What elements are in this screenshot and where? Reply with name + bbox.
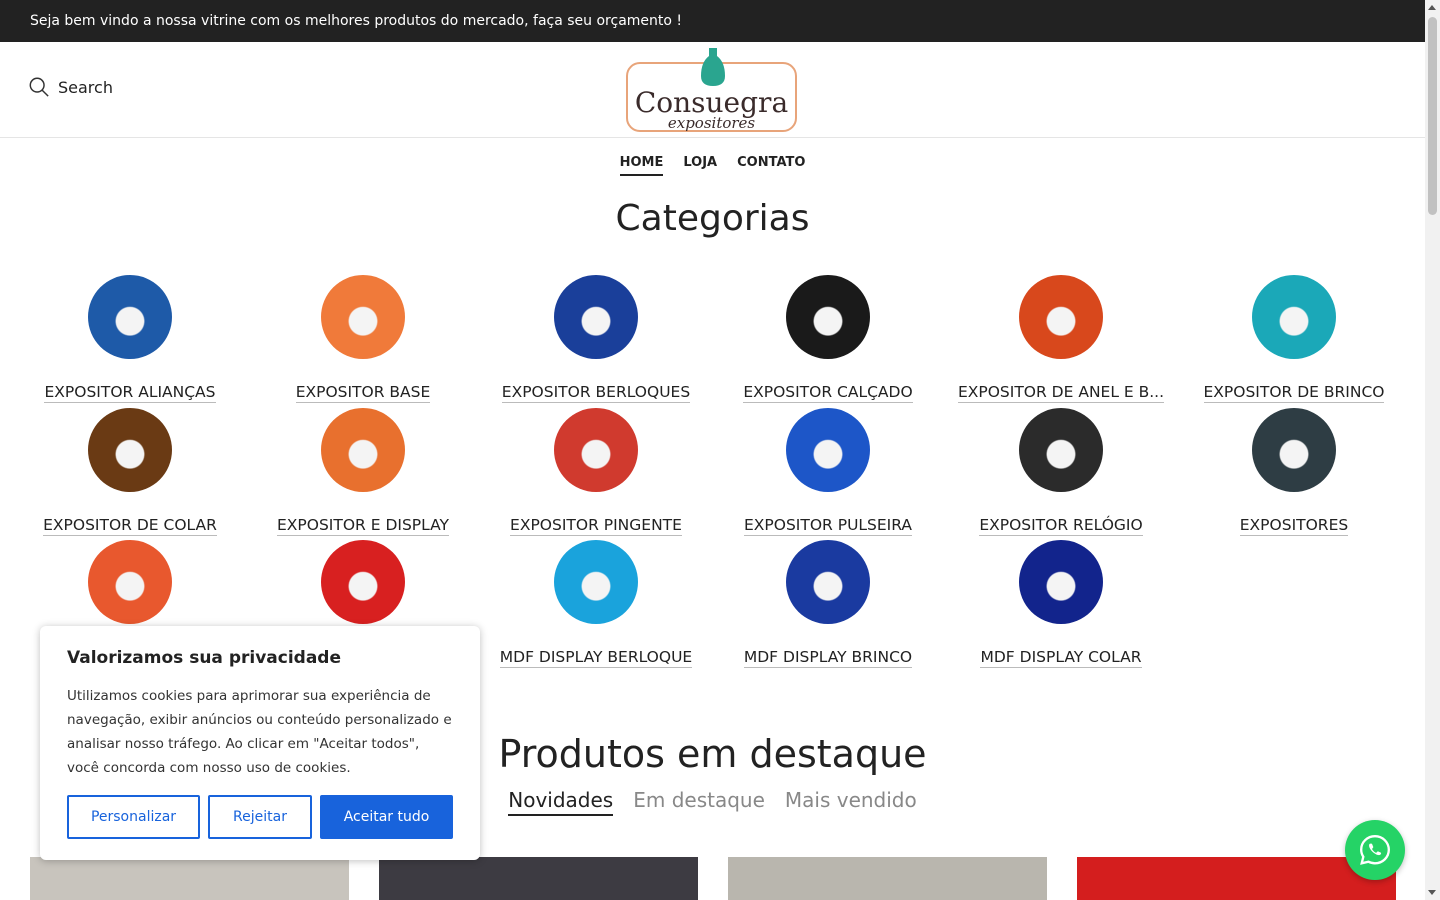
category-label[interactable]: EXPOSITOR DE BRINCO <box>1203 383 1385 403</box>
nav-contato[interactable]: CONTATO <box>737 155 805 176</box>
category-image[interactable] <box>786 540 870 624</box>
category-item[interactable]: EXPOSITOR RELÓGIO <box>951 408 1171 536</box>
main-nav: HOME LOJA CONTATO <box>0 155 1425 176</box>
customize-button[interactable]: Personalizar <box>67 795 200 839</box>
category-label[interactable]: EXPOSITOR E DISPLAY <box>276 516 449 536</box>
category-label[interactable]: EXPOSITOR CALÇADO <box>743 383 913 403</box>
category-item[interactable]: EXPOSITOR BASE <box>253 275 473 403</box>
category-image[interactable] <box>1252 408 1336 492</box>
site-logo[interactable]: Consuegra expositores <box>626 48 797 132</box>
jewelry-bust-icon <box>701 48 725 86</box>
category-image[interactable] <box>554 408 638 492</box>
category-item[interactable]: EXPOSITOR DE ANEL E B... <box>951 275 1171 403</box>
category-image[interactable] <box>321 408 405 492</box>
category-label[interactable]: EXPOSITOR RELÓGIO <box>979 516 1143 536</box>
category-item[interactable]: EXPOSITOR ALIANÇAS <box>20 275 240 403</box>
categories-title: Categorias <box>615 198 810 239</box>
category-image[interactable] <box>554 275 638 359</box>
product-card[interactable] <box>728 857 1047 900</box>
search-icon <box>29 77 49 97</box>
category-label[interactable]: EXPOSITOR BASE <box>295 383 431 403</box>
tab-em-destaque[interactable]: Em destaque <box>633 788 765 816</box>
tab-novidades[interactable]: Novidades <box>508 788 614 816</box>
category-item[interactable]: EXPOSITOR E DISPLAY <box>253 408 473 536</box>
announcement-text: Seja bem vindo a nossa vitrine com os me… <box>30 13 683 29</box>
cookie-consent-banner: Valorizamos sua privacidade Utilizamos c… <box>40 626 480 860</box>
category-label[interactable]: EXPOSITOR DE COLAR <box>43 516 217 536</box>
search-label: Search <box>58 77 113 97</box>
category-item[interactable]: EXPOSITOR PULSEIRA <box>718 408 938 536</box>
category-label[interactable]: MDF DISPLAY BRINCO <box>743 648 913 668</box>
site-header: Search Consuegra expositores <box>0 42 1425 138</box>
category-image[interactable] <box>1019 540 1103 624</box>
category-image[interactable] <box>321 540 405 624</box>
scroll-down-icon[interactable] <box>1428 890 1436 895</box>
category-label[interactable]: EXPOSITORES <box>1239 516 1349 536</box>
whatsapp-button[interactable] <box>1345 820 1405 880</box>
category-image[interactable] <box>786 275 870 359</box>
category-item[interactable]: EXPOSITOR DE COLAR <box>20 408 240 536</box>
product-card[interactable] <box>30 857 349 900</box>
category-label[interactable]: MDF DISPLAY BERLOQUE <box>499 648 693 668</box>
category-item[interactable]: MDF DISPLAY COLAR <box>951 540 1171 668</box>
category-label[interactable]: EXPOSITOR PINGENTE <box>510 516 682 536</box>
category-label[interactable]: EXPOSITOR BERLOQUES <box>501 383 691 403</box>
category-item[interactable]: EXPOSITOR CALÇADO <box>718 275 938 403</box>
announcement-bar: Seja bem vindo a nossa vitrine com os me… <box>0 0 1425 42</box>
category-label[interactable]: MDF DISPLAY COLAR <box>980 648 1142 668</box>
category-label[interactable]: EXPOSITOR DE ANEL E B... <box>957 383 1165 403</box>
category-image[interactable] <box>88 275 172 359</box>
category-label[interactable]: EXPOSITOR ALIANÇAS <box>44 383 216 403</box>
cookie-title: Valorizamos sua privacidade <box>67 648 342 668</box>
category-item[interactable] <box>20 540 240 624</box>
logo-sub: expositores <box>667 114 756 132</box>
category-item[interactable] <box>253 540 473 624</box>
category-item[interactable]: EXPOSITOR DE BRINCO <box>1184 275 1404 403</box>
accept-all-button[interactable]: Aceitar tudo <box>320 795 453 839</box>
category-image[interactable] <box>88 540 172 624</box>
category-item[interactable]: MDF DISPLAY BRINCO <box>718 540 938 668</box>
nav-home[interactable]: HOME <box>619 155 664 176</box>
category-image[interactable] <box>554 540 638 624</box>
reject-button[interactable]: Rejeitar <box>208 795 312 839</box>
tab-mais-vendido[interactable]: Mais vendido <box>785 788 917 816</box>
category-item[interactable]: EXPOSITOR PINGENTE <box>486 408 706 536</box>
scroll-up-icon[interactable] <box>1428 5 1436 10</box>
category-image[interactable] <box>786 408 870 492</box>
scrollbar-thumb[interactable] <box>1428 17 1437 215</box>
category-item[interactable]: MDF DISPLAY BERLOQUE <box>486 540 706 668</box>
category-image[interactable] <box>321 275 405 359</box>
category-image[interactable] <box>1019 275 1103 359</box>
category-image[interactable] <box>88 408 172 492</box>
category-item[interactable]: EXPOSITORES <box>1184 408 1404 536</box>
whatsapp-icon <box>1360 835 1390 865</box>
product-card[interactable] <box>379 857 698 900</box>
category-image[interactable] <box>1019 408 1103 492</box>
search-button[interactable]: Search <box>28 76 113 98</box>
nav-loja[interactable]: LOJA <box>683 155 717 176</box>
scrollbar[interactable] <box>1425 0 1440 900</box>
category-image[interactable] <box>1252 275 1336 359</box>
category-label[interactable]: EXPOSITOR PULSEIRA <box>743 516 912 536</box>
cookie-text: Utilizamos cookies para aprimorar sua ex… <box>67 688 452 776</box>
category-item[interactable]: EXPOSITOR BERLOQUES <box>486 275 706 403</box>
